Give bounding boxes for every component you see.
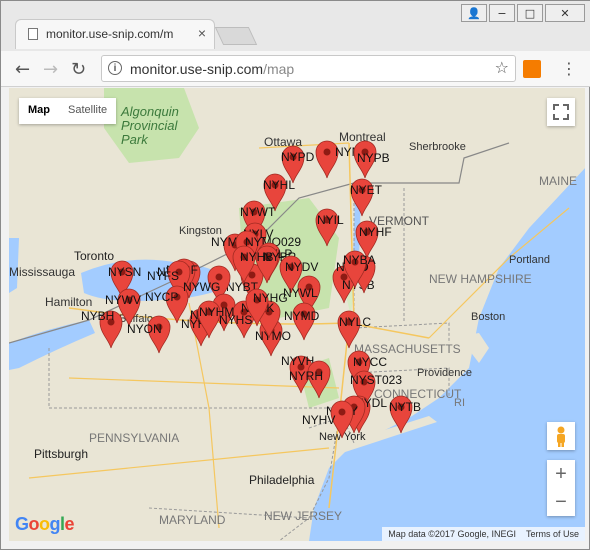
marker-label: NYTB [389, 400, 421, 414]
map-type-map[interactable]: Map [19, 98, 59, 124]
menu-icon[interactable]: ⋮ [561, 59, 577, 78]
window-controls: 👤 − □ ✕ [461, 4, 585, 22]
marker-label: NYON [127, 322, 162, 336]
marker-label: NYET [350, 183, 383, 197]
extension-icon[interactable] [523, 60, 541, 78]
info-icon[interactable]: i [108, 61, 122, 75]
reload-button[interactable]: ↻ [71, 59, 86, 80]
place-label: NEW JERSEY [264, 509, 342, 523]
marker-label: NYCP [145, 290, 178, 304]
fullscreen-icon [553, 104, 569, 120]
marker-label: NYDV [285, 260, 318, 274]
marker-label: NYMO [255, 329, 291, 343]
marker-label: NYPB [357, 151, 390, 165]
marker-label: NYSN [108, 265, 141, 279]
marker-label: NYLC [339, 315, 371, 329]
address-bar[interactable]: i monitor.use-snip.com/map ☆ [101, 55, 516, 82]
browser-tab[interactable]: monitor.use-snip.com/m × [15, 19, 215, 49]
marker-label: NYBA [343, 253, 376, 267]
back-button[interactable]: ← [15, 59, 30, 80]
tab-close-icon[interactable]: × [198, 25, 206, 41]
marker-label: NYWV [105, 293, 141, 307]
logo-letter: g [49, 514, 61, 534]
url-text: monitor.use-snip.com/map [130, 61, 294, 77]
marker-label: NYHG [253, 291, 288, 305]
url-path: /map [263, 61, 295, 77]
place-label: RI [454, 397, 465, 409]
marker-label: NYHM [199, 305, 234, 319]
place-label: Provincial [121, 118, 178, 133]
pegman-icon [557, 426, 565, 447]
place-label: Boston [471, 311, 505, 323]
marker-label: NYHF [359, 225, 392, 239]
marker-label: NYHL [263, 178, 295, 192]
minimize-button[interactable]: − [489, 4, 515, 22]
forward-button[interactable]: → [43, 59, 58, 80]
zoom-in-button[interactable]: + [547, 460, 575, 488]
place-label: PENNSYLVANIA [89, 431, 179, 445]
marker-dot [323, 148, 331, 156]
place-label: MARYLAND [159, 513, 226, 527]
street-view-pegman[interactable] [547, 422, 575, 450]
user-button[interactable]: 👤 [461, 4, 487, 22]
marker-dot [338, 408, 346, 416]
google-logo: Google [15, 514, 75, 535]
zoom-control: + − [547, 460, 575, 516]
logo-letter: o [28, 514, 40, 534]
place-label: CONNECTICUT [374, 387, 462, 401]
marker-label: NYIL [317, 213, 344, 227]
url-host: monitor.use-snip.com [130, 61, 264, 77]
browser-window: monitor.use-snip.com/m × 👤 − □ ✕ ← → ↻ i… [0, 0, 590, 550]
logo-letter: G [15, 514, 29, 534]
place-label: Park [121, 132, 149, 147]
marker-label: NYFS [147, 269, 179, 283]
map-canvas[interactable]: AlgonquinProvincialPark Ottawa MontrealShe… [9, 88, 585, 541]
place-label: Hamilton [45, 295, 92, 309]
marker-label: NYST023 [350, 373, 402, 387]
attribution-text: Map data ©2017 Google, INEGI [388, 529, 516, 539]
marker-label: NYHV [302, 413, 335, 427]
place-label: MASSACHUSETTS [354, 342, 461, 356]
marker-label: NYPD [281, 150, 315, 164]
place-label: NEW HAMPSHIRE [429, 272, 532, 286]
place-label: Mississauga [9, 265, 75, 279]
terms-link[interactable]: Terms of Use [526, 527, 579, 541]
logo-letter: o [39, 514, 50, 534]
place-label: Toronto [74, 249, 114, 263]
marker-label: NYWT [240, 205, 276, 219]
bookmark-star-icon[interactable]: ☆ [495, 58, 509, 77]
place-label: Algonquin [120, 104, 179, 119]
new-tab-button[interactable] [214, 27, 258, 45]
place-label: Portland [509, 254, 550, 266]
place-label: Pittsburgh [34, 447, 88, 461]
maximize-button[interactable]: □ [517, 4, 543, 22]
logo-letter: e [64, 514, 75, 534]
page-icon [28, 28, 38, 40]
close-button[interactable]: ✕ [545, 4, 585, 22]
marker-label: NYWL [283, 286, 318, 300]
place-label: Philadelphia [249, 473, 315, 487]
marker-label: NYCC [353, 355, 387, 369]
browser-toolbar: ← → ↻ i monitor.use-snip.com/map ☆ [1, 51, 590, 87]
marker-label: NYBH [81, 309, 114, 323]
tab-title: monitor.use-snip.com/m [46, 27, 174, 41]
map-type-satellite[interactable]: Satellite [59, 98, 116, 124]
map-type-control: Map Satellite [19, 98, 117, 124]
zoom-out-button[interactable]: − [547, 488, 575, 516]
marker-label: NYHB [240, 250, 273, 264]
marker-label: NYWG [183, 280, 220, 294]
marker-label: NYRH [289, 369, 323, 383]
place-label: Sherbrooke [409, 141, 466, 153]
map-view[interactable]: Algonquin Provincial Park Ottawa Montreal She… [9, 88, 585, 541]
title-bar: monitor.use-snip.com/m × 👤 − □ ✕ [1, 1, 590, 51]
fullscreen-button[interactable] [547, 98, 575, 126]
marker-label: NYMD [284, 309, 320, 323]
place-label: Providence [417, 367, 472, 379]
place-label: MAINE [539, 174, 577, 188]
map-attribution: Map data ©2017 Google, INEGI Terms of Us… [382, 527, 585, 541]
